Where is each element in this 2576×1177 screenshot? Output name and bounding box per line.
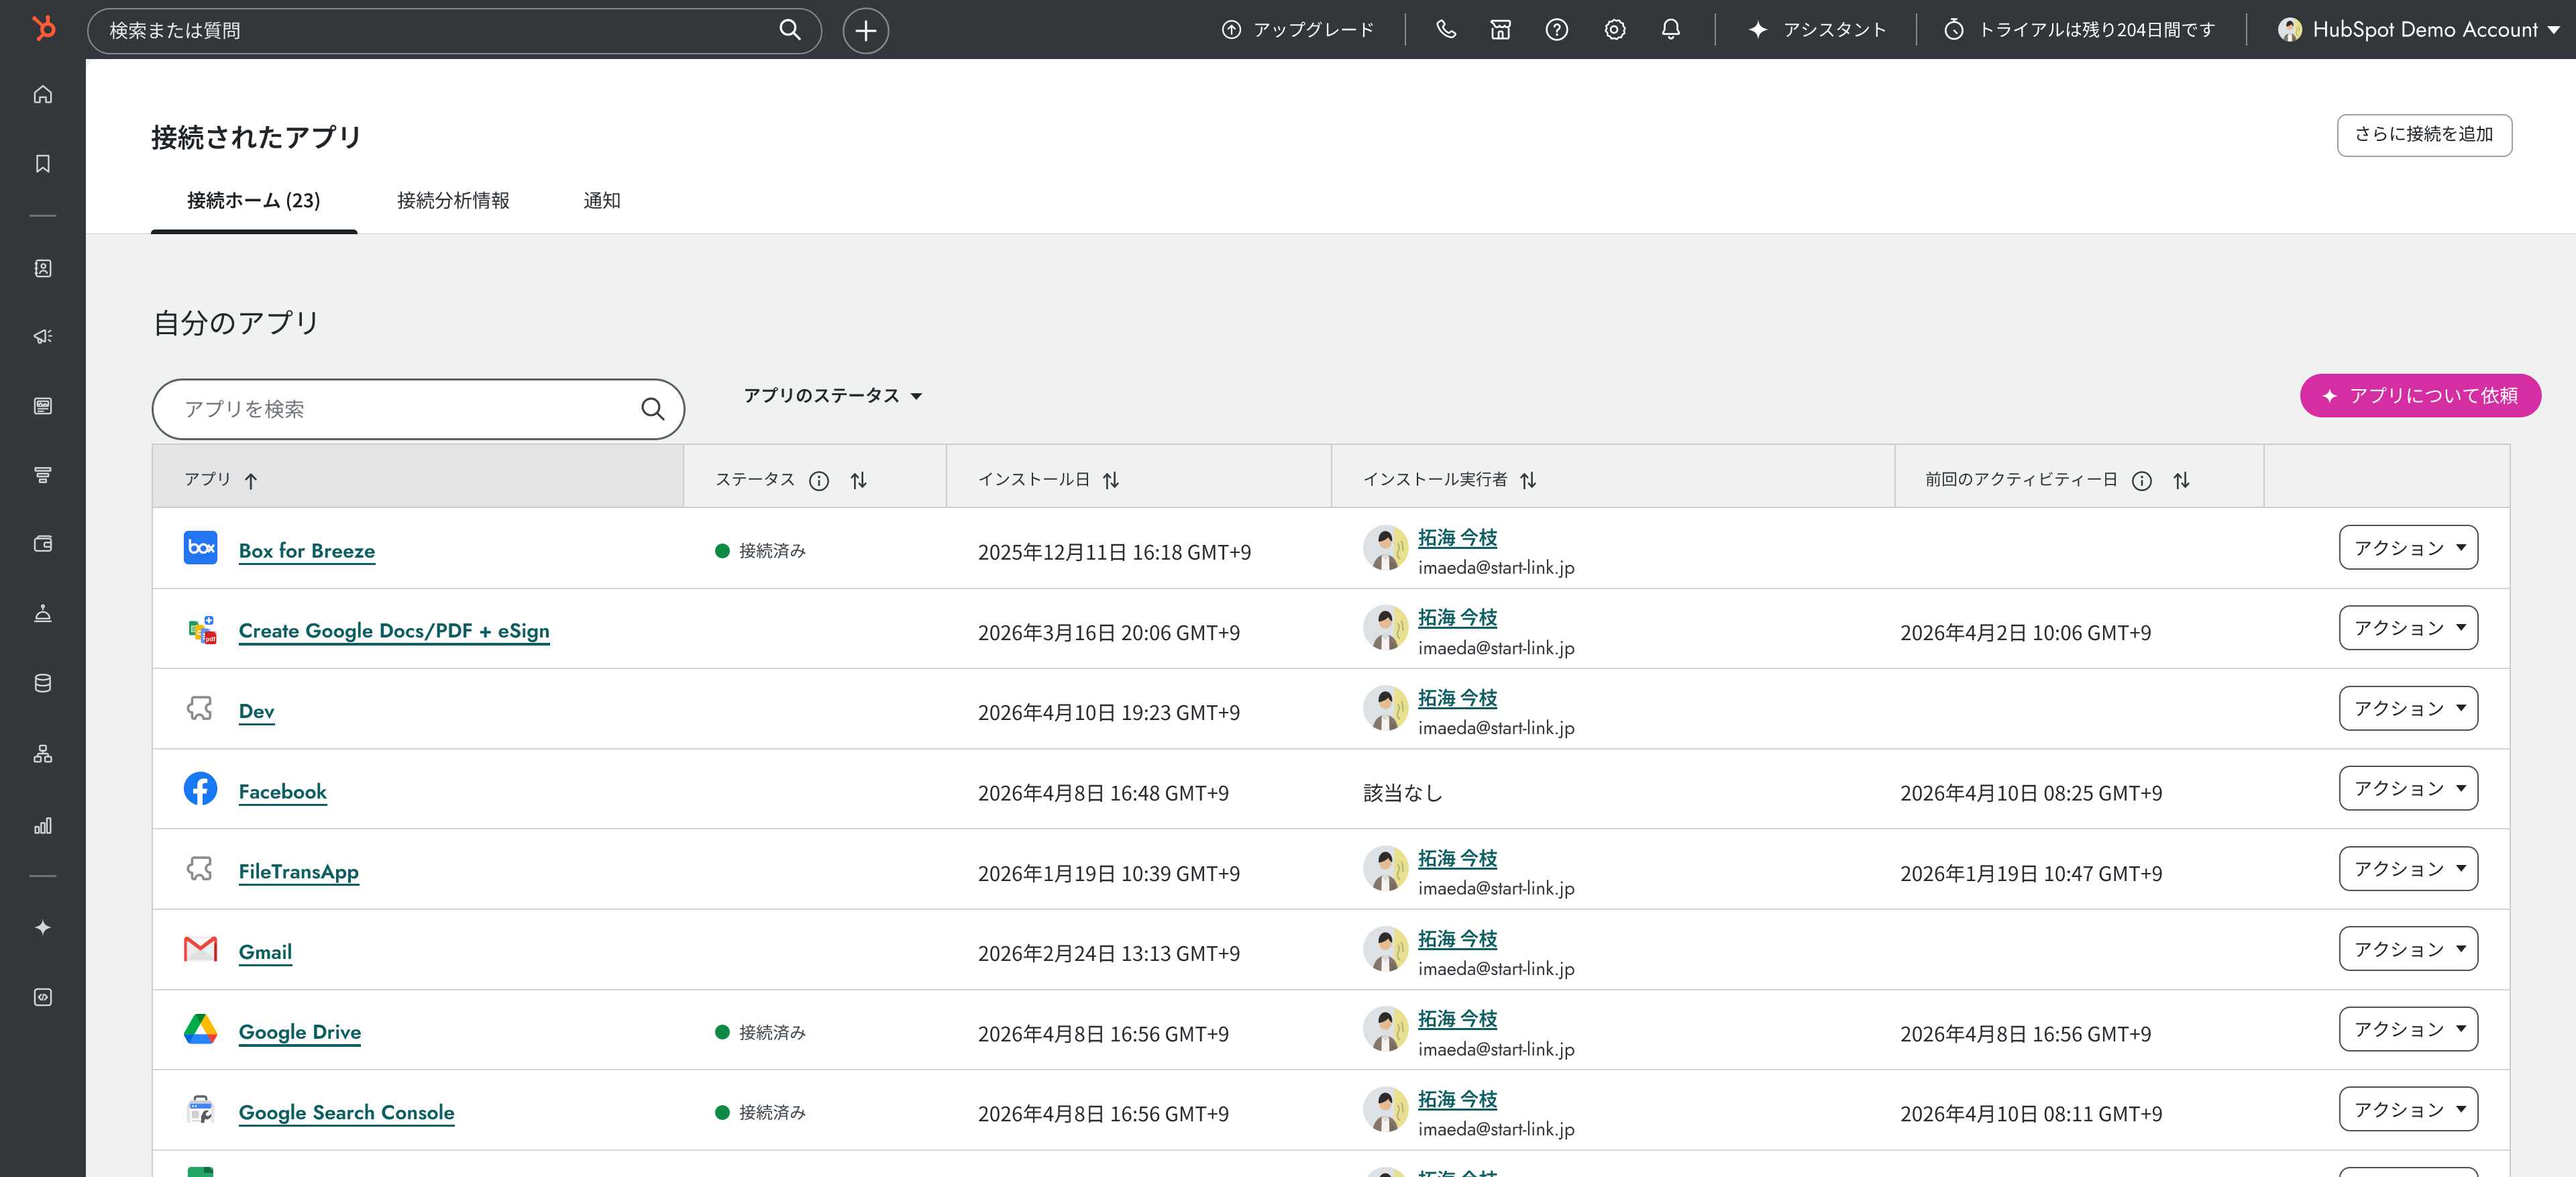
- svg-text:pdf: pdf: [206, 636, 216, 643]
